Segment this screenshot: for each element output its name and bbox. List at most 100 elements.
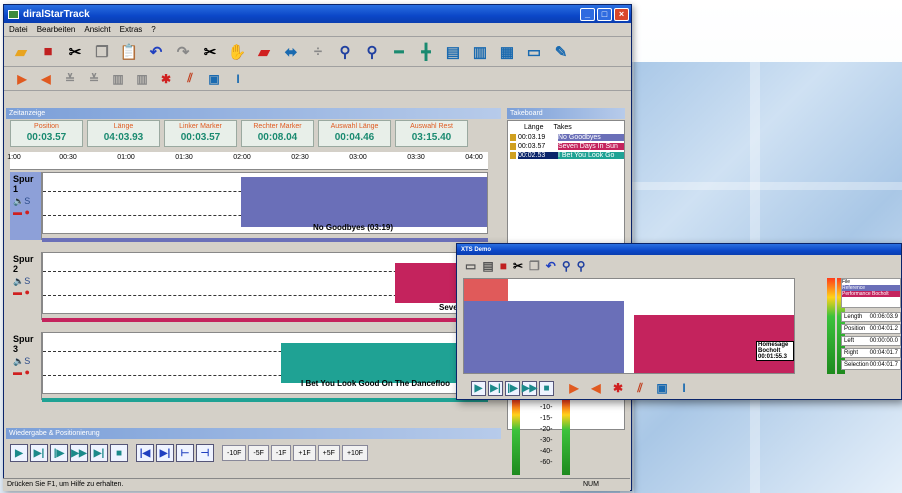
marker2-icon[interactable]: ≚ [84, 69, 104, 89]
undo-icon[interactable]: ↶ [546, 259, 556, 273]
divide-icon[interactable]: ÷ [306, 40, 330, 64]
record-icon[interactable]: ▬ ● [10, 207, 41, 217]
play-icon[interactable]: ▶ [10, 444, 28, 462]
eraser-icon[interactable]: ▰ [252, 40, 276, 64]
info-position: Position 00:03.57 [10, 120, 83, 147]
speaker-icon[interactable]: 🔈S [10, 276, 41, 287]
step-minus5-button[interactable]: -5F [248, 445, 269, 461]
take-row[interactable]: 00:02.53 I Bet You Look Go [508, 151, 624, 160]
audio-clip-1[interactable] [241, 177, 487, 227]
cut-icon[interactable]: ✂ [63, 40, 87, 64]
view4-icon[interactable]: ▭ [522, 40, 546, 64]
take-row[interactable]: 00:03.57 Seven Days In Sun [508, 142, 624, 151]
collapse-icon[interactable]: ━ [387, 40, 411, 64]
timeline-ruler[interactable]: 1:00 00:30 01:00 01:30 02:00 02:30 03:00… [7, 152, 488, 170]
speaker-icon[interactable]: 🔈S [10, 196, 41, 207]
play-loop-icon[interactable]: |▶ [505, 380, 520, 396]
minimize-button[interactable]: _ [580, 7, 595, 21]
play-to-icon[interactable]: ▶| [488, 380, 503, 396]
play-loop-icon[interactable]: |▶ [50, 444, 68, 462]
play-selection-icon[interactable]: ▶▶ [522, 380, 537, 396]
track-lane-1[interactable]: No Goodbyes (03:19) [42, 172, 488, 234]
step-plus10-button[interactable]: +10F [341, 445, 369, 461]
marker-right-icon[interactable]: ⊣ [196, 444, 214, 462]
undo-icon[interactable]: ↶ [144, 40, 168, 64]
view3-icon[interactable]: ▦ [495, 40, 519, 64]
cross-icon[interactable]: ✱ [608, 378, 628, 398]
cursor-icon[interactable]: I [228, 69, 248, 89]
cursor-icon[interactable]: I [674, 378, 694, 398]
maximize-button[interactable]: □ [597, 7, 612, 21]
track-header-1[interactable]: Spur 1 🔈S ▬ ● [10, 172, 42, 240]
menu-help[interactable]: ? [151, 25, 155, 34]
hand-icon[interactable]: ✋ [225, 40, 249, 64]
marker-left-icon[interactable]: ⊢ [176, 444, 194, 462]
menu-bearbeiten[interactable]: Bearbeiten [37, 25, 76, 34]
play-left-icon[interactable]: ◀ [586, 378, 606, 398]
jump-start-icon[interactable]: |◀ [136, 444, 154, 462]
step-plus5-button[interactable]: +5F [317, 445, 340, 461]
play-left-icon[interactable]: ◀ [36, 69, 56, 89]
edit-icon[interactable]: ✎ [549, 40, 573, 64]
view1-icon[interactable]: ▤ [441, 40, 465, 64]
monitor-icon[interactable]: ▣ [204, 69, 224, 89]
cut-icon[interactable]: ✂ [513, 259, 523, 273]
split-icon[interactable]: ✂ [198, 40, 222, 64]
record-icon[interactable]: ▬ ● [10, 287, 41, 297]
cross-icon[interactable]: ✱ [156, 69, 176, 89]
copy-icon[interactable]: ❐ [90, 40, 114, 64]
play-icon[interactable]: ▶ [471, 380, 486, 396]
track-lane-3[interactable]: I Bet You Look Good On The Dancefloo [42, 332, 489, 394]
menu-datei[interactable]: Datei [9, 25, 28, 34]
overlay-list[interactable]: File Reference Performance Bocholt [841, 278, 901, 308]
stop-icon[interactable]: ■ [539, 380, 554, 396]
track-lane-2[interactable]: Seve [42, 252, 488, 314]
step-minus10-button[interactable]: -10F [222, 445, 247, 461]
copy-icon[interactable]: ❐ [529, 259, 540, 273]
new-icon[interactable]: ▭ [465, 259, 476, 273]
zoom-in-icon[interactable]: ⚲ [562, 259, 571, 273]
zoom-out-icon[interactable]: ⚲ [577, 259, 586, 273]
clip-label-2: Seve [439, 303, 458, 312]
title-bar[interactable]: diralStarTrack _ □ × [4, 5, 631, 23]
stop-icon[interactable]: ■ [110, 444, 128, 462]
take-row[interactable]: 00:03.19 No Goodbyes [508, 133, 624, 142]
save-icon[interactable]: ■ [500, 259, 507, 273]
play-to-icon[interactable]: ▶| [30, 444, 48, 462]
zoom-out-icon[interactable]: ⚲ [360, 40, 384, 64]
speaker-icon[interactable]: 🔈S [10, 356, 41, 367]
step-minus1-button[interactable]: -1F [270, 445, 292, 461]
fade-icon[interactable]: ⫽ [180, 69, 200, 89]
save-icon[interactable]: ■ [36, 40, 60, 64]
open-icon[interactable]: ▤ [482, 259, 493, 273]
expand-icon[interactable]: ╋ [414, 40, 438, 64]
play-right-icon[interactable]: ▶ [564, 378, 584, 398]
open-folder-icon[interactable]: ▰ [9, 40, 33, 64]
marker1-icon[interactable]: ≚ [60, 69, 80, 89]
fade-icon[interactable]: ⫽ [630, 378, 650, 398]
track-header-2[interactable]: Spur 2 🔈S ▬ ● [10, 252, 42, 320]
menu-ansicht[interactable]: Ansicht [84, 25, 110, 34]
menu-extras[interactable]: Extras [120, 25, 143, 34]
track-header-3[interactable]: Spur 3 🔈S ▬ ● [10, 332, 42, 400]
play-selection-icon[interactable]: ▶▶ [70, 444, 88, 462]
redo-icon[interactable]: ↷ [171, 40, 195, 64]
play-right-icon[interactable]: ▶ [12, 69, 32, 89]
play-end-icon[interactable]: ▶| [90, 444, 108, 462]
record-icon[interactable]: ▬ ● [10, 367, 41, 377]
close-button[interactable]: × [614, 7, 629, 21]
main-toolbar: ▰ ■ ✂ ❐ 📋 ↶ ↷ ✂ ✋ ▰ ⬌ ÷ ⚲ ⚲ ━ ╋ ▤ ▥ ▦ ▭ … [4, 37, 631, 67]
zoom-in-icon[interactable]: ⚲ [333, 40, 357, 64]
overlay-title-bar[interactable]: XTS Demo [457, 244, 901, 255]
menu-bar: Datei Bearbeiten Ansicht Extras ? [4, 23, 631, 37]
view2-icon[interactable]: ▥ [468, 40, 492, 64]
step-plus1-button[interactable]: +1F [293, 445, 316, 461]
jump-end-icon[interactable]: ▶| [156, 444, 174, 462]
align-icon[interactable]: ⬌ [279, 40, 303, 64]
monitor-icon[interactable]: ▣ [652, 378, 672, 398]
marker4-icon[interactable]: ▥ [132, 69, 152, 89]
overlay-waveform[interactable]: Homesage Bocholt 00:01:55.3 [463, 278, 795, 374]
ruler-tick: 03:00 [349, 154, 367, 161]
marker3-icon[interactable]: ▥ [108, 69, 128, 89]
paste-icon[interactable]: 📋 [117, 40, 141, 64]
